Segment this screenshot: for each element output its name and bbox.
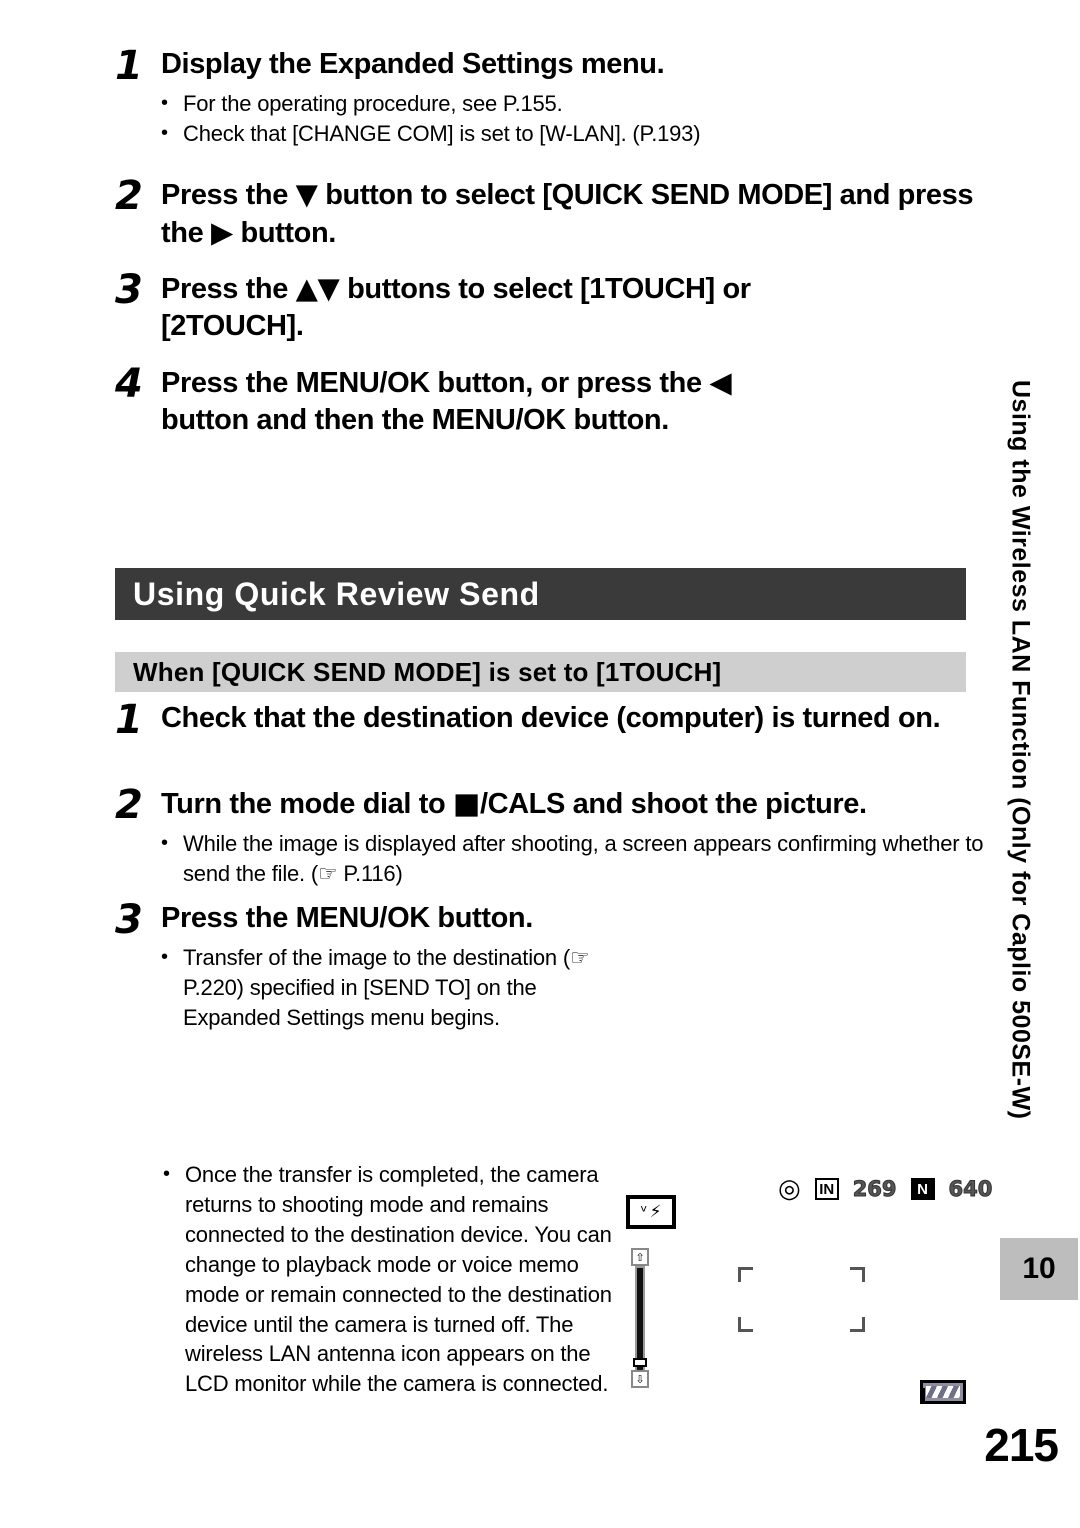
list-item: • While the image is displayed after sho… bbox=[161, 829, 990, 889]
step-title: Turn the mode dial to ■/CALS and shoot t… bbox=[161, 785, 990, 823]
step-number: 3 bbox=[115, 897, 143, 943]
step-content: Press the ▼ button to select [QUICK SEND… bbox=[161, 176, 995, 252]
focus-frame-corner bbox=[738, 1317, 753, 1332]
zoom-track bbox=[635, 1266, 645, 1372]
step-3-bottom: 3 Press the MENU/OK button. • Transfer o… bbox=[115, 900, 635, 1033]
step-number: 1 bbox=[115, 697, 143, 743]
step-title: Check that the destination device (compu… bbox=[161, 702, 941, 734]
wireless-antenna-icon: ᵛ bbox=[640, 1202, 648, 1222]
list-item: • For the operating procedure, see P.155… bbox=[161, 89, 985, 119]
chapter-side-tab-text: Using the Wireless LAN Function (Only fo… bbox=[1006, 380, 1035, 1120]
zoom-tele-icon: ⇧ bbox=[631, 1248, 649, 1266]
section-heading-text: Using Quick Review Send bbox=[133, 575, 540, 612]
list-item: • Check that [CHANGE COM] is set to [W-L… bbox=[161, 119, 985, 149]
up-down-arrow-icon: ▲▼ bbox=[295, 271, 340, 305]
bullet-list: • While the image is displayed after sho… bbox=[161, 829, 990, 889]
section-subheading-text: When [QUICK SEND MODE] is set to [1TOUCH… bbox=[133, 656, 722, 687]
bullet-dot: • bbox=[161, 832, 168, 855]
step-title-part: /CALS and shoot the picture. bbox=[479, 788, 867, 820]
bullet-dot: • bbox=[161, 946, 168, 969]
bullet-dot: • bbox=[161, 92, 168, 115]
step-title-part: Press the MENU/OK button, or press the bbox=[161, 367, 710, 399]
bullet-dot: • bbox=[163, 1163, 170, 1185]
left-arrow-icon: ◀ bbox=[709, 365, 732, 399]
zoom-wide-glyph: ⇩ bbox=[635, 1372, 645, 1386]
antenna-flash-indicator: ᵛ ⚡ bbox=[626, 1195, 676, 1229]
bullet-text: Transfer of the image to the destination… bbox=[183, 945, 590, 1030]
zoom-tele-glyph: ⇧ bbox=[635, 1250, 645, 1264]
step-content: Press the MENU/OK button. • Transfer of … bbox=[161, 900, 635, 1033]
manual-page: 1 Display the Expanded Settings menu. • … bbox=[0, 0, 1080, 1528]
step-number: 2 bbox=[115, 782, 143, 828]
focus-frame-corner bbox=[738, 1267, 753, 1282]
down-arrow-icon: ▼ bbox=[295, 177, 318, 211]
step-title: Press the ▲▼ buttons to select [1TOUCH] … bbox=[161, 270, 875, 345]
final-note-bullet: • Once the transfer is completed, the ca… bbox=[163, 1160, 613, 1399]
step-1-bottom: 1 Check that the destination device (com… bbox=[115, 700, 990, 740]
step-number: 3 bbox=[115, 267, 143, 313]
right-arrow-icon: ▶ bbox=[210, 215, 233, 250]
chapter-number-box: 10 bbox=[1000, 1238, 1078, 1300]
step-title: Press the MENU/OK button, or press the ◀… bbox=[161, 364, 735, 439]
step-number: 2 bbox=[115, 173, 143, 219]
zoom-wide-icon: ⇩ bbox=[631, 1370, 649, 1388]
step-title-part: Turn the mode dial to bbox=[161, 788, 453, 820]
step-content: Press the MENU/OK button, or press the ◀… bbox=[161, 364, 735, 439]
section-heading-bar: Using Quick Review Send bbox=[115, 568, 966, 620]
step-number: 4 bbox=[115, 361, 143, 407]
image-size: 640 bbox=[948, 1177, 993, 1202]
step-title-part: Press the bbox=[161, 273, 296, 305]
shots-remaining: 269 bbox=[852, 1177, 897, 1202]
focus-frame-corner bbox=[850, 1317, 865, 1332]
step-title-part: Press the bbox=[161, 179, 296, 211]
page-number: 215 bbox=[984, 1419, 1059, 1471]
chapter-number: 10 bbox=[1022, 1252, 1056, 1285]
step-content: Turn the mode dial to ■/CALS and shoot t… bbox=[161, 785, 990, 889]
memory-location-badge: IN bbox=[814, 1178, 839, 1200]
step-number: 1 bbox=[115, 43, 143, 89]
battery-icon bbox=[920, 1380, 966, 1404]
camera-mode-icon: ■ bbox=[452, 786, 480, 820]
flash-icon: ⚡ bbox=[649, 1202, 662, 1222]
lcd-monitor-illustration: ᵛ ⚡ ⇧ ⇩ ◎ IN 269 N 640 bbox=[620, 1150, 993, 1430]
bullet-text: While the image is displayed after shoot… bbox=[183, 831, 984, 887]
step-2-top: 2 Press the ▼ button to select [QUICK SE… bbox=[115, 176, 995, 252]
lcd-status-row: ◎ IN 269 N 640 bbox=[778, 1174, 993, 1204]
bullet-list: • For the operating procedure, see P.155… bbox=[161, 89, 985, 149]
bullet-dot: • bbox=[161, 122, 168, 145]
chapter-side-tab: Using the Wireless LAN Function (Only fo… bbox=[990, 380, 1050, 1250]
section-subheading-bar: When [QUICK SEND MODE] is set to [1TOUCH… bbox=[115, 652, 966, 692]
bullet-text: Check that [CHANGE COM] is set to [W-LAN… bbox=[183, 121, 701, 147]
zoom-knob[interactable] bbox=[633, 1358, 647, 1367]
step-title: Display the Expanded Settings menu. bbox=[161, 48, 665, 80]
step-title-part: button. bbox=[232, 217, 337, 250]
zoom-slider[interactable]: ⇧ ⇩ bbox=[630, 1248, 650, 1388]
step-content: Check that the destination device (compu… bbox=[161, 700, 990, 737]
bullet-text: Once the transfer is completed, the came… bbox=[185, 1162, 612, 1397]
bullet-text: For the operating procedure, see P.155. bbox=[183, 91, 563, 117]
bullet-list: • Transfer of the image to the destinati… bbox=[161, 943, 635, 1033]
step-content: Display the Expanded Settings menu. • Fo… bbox=[161, 46, 985, 149]
picture-quality-badge: N bbox=[910, 1178, 935, 1200]
step-title: Press the ▼ button to select [QUICK SEND… bbox=[161, 176, 995, 252]
list-item: • Transfer of the image to the destinati… bbox=[161, 943, 635, 1033]
step-3-top: 3 Press the ▲▼ buttons to select [1TOUCH… bbox=[115, 270, 875, 345]
camera-icon: ◎ bbox=[778, 1174, 801, 1204]
step-1-top: 1 Display the Expanded Settings menu. • … bbox=[115, 46, 985, 149]
step-content: Press the ▲▼ buttons to select [1TOUCH] … bbox=[161, 270, 875, 345]
step-title: Press the MENU/OK button. bbox=[161, 902, 533, 934]
step-4-top: 4 Press the MENU/OK button, or press the… bbox=[115, 364, 735, 439]
step-2-bottom: 2 Turn the mode dial to ■/CALS and shoot… bbox=[115, 785, 990, 889]
step-title-part: button and then the MENU/OK button. bbox=[161, 404, 669, 437]
battery-level-fill bbox=[926, 1386, 960, 1398]
focus-frame-corner bbox=[850, 1267, 865, 1282]
